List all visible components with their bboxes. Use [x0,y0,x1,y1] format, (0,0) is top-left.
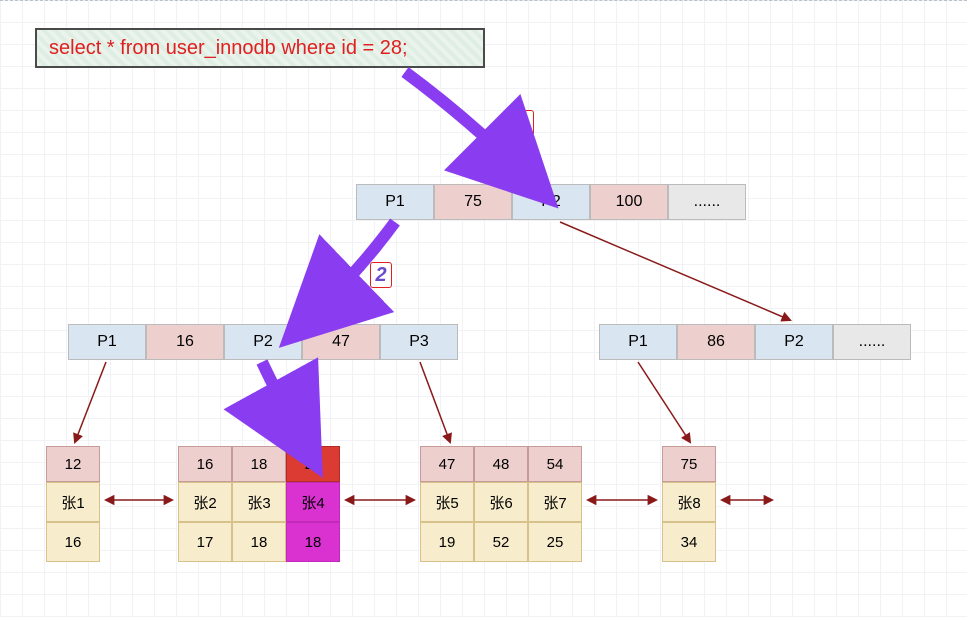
leaf3-name-1: 张6 [474,482,528,522]
root-cell-p2: P2 [512,184,590,220]
root-cell-more: ...... [668,184,746,220]
midl-p3: P3 [380,324,458,360]
query-box: select * from user_innodb where id = 28; [35,28,485,68]
midr-86: 86 [677,324,755,360]
step-badge-3: 3 [272,390,294,416]
leaf-node-1: 12 张1 16 [46,446,100,562]
leaf4-key-75: 75 [662,446,716,482]
leaf2-name-2-highlight: 张4 [286,482,340,522]
leaf4-age: 34 [662,522,716,562]
root-cell-p1: P1 [356,184,434,220]
leaf-node-2: 16 18 28 张2 17 张3 18 张4 18 [178,446,340,562]
leaf3-age-2: 25 [528,522,582,562]
leaf2-age-0: 17 [178,522,232,562]
leaf4-name: 张8 [662,482,716,522]
midl-47: 47 [302,324,380,360]
midl-p2: P2 [224,324,302,360]
leaf2-name-0: 张2 [178,482,232,522]
midl-p1: P1 [68,324,146,360]
internal-node-right: P1 86 P2 ...... [599,324,911,360]
internal-node-left: P1 16 P2 47 P3 [68,324,458,360]
leaf1-key-12: 12 [46,446,100,482]
leaf3-age-1: 52 [474,522,528,562]
leaf2-key-28-highlight: 28 [286,446,340,482]
leaf-node-4: 75 张8 34 [662,446,716,562]
leaf3-key-54: 54 [528,446,582,482]
top-dashed-line [0,0,967,1]
leaf-node-3: 47 48 54 张5 19 张6 52 张7 25 [420,446,582,562]
leaf3-key-47: 47 [420,446,474,482]
root-cell-75: 75 [434,184,512,220]
leaf2-key-18: 18 [232,446,286,482]
step-badge-1: 1 [512,110,534,136]
midl-16: 16 [146,324,224,360]
query-text: select * from user_innodb where id = 28; [49,37,408,60]
root-node: P1 75 P2 100 ...... [356,184,746,220]
leaf3-age-0: 19 [420,522,474,562]
leaf1-age: 16 [46,522,100,562]
leaf2-age-1: 18 [232,522,286,562]
leaf2-key-16: 16 [178,446,232,482]
root-cell-100: 100 [590,184,668,220]
leaf2-name-1: 张3 [232,482,286,522]
midr-p1: P1 [599,324,677,360]
step-badge-2: 2 [370,262,392,288]
leaf3-name-2: 张7 [528,482,582,522]
leaf2-age-2-highlight: 18 [286,522,340,562]
leaf3-name-0: 张5 [420,482,474,522]
midr-more: ...... [833,324,911,360]
leaf1-name: 张1 [46,482,100,522]
leaf3-key-48: 48 [474,446,528,482]
midr-p2: P2 [755,324,833,360]
